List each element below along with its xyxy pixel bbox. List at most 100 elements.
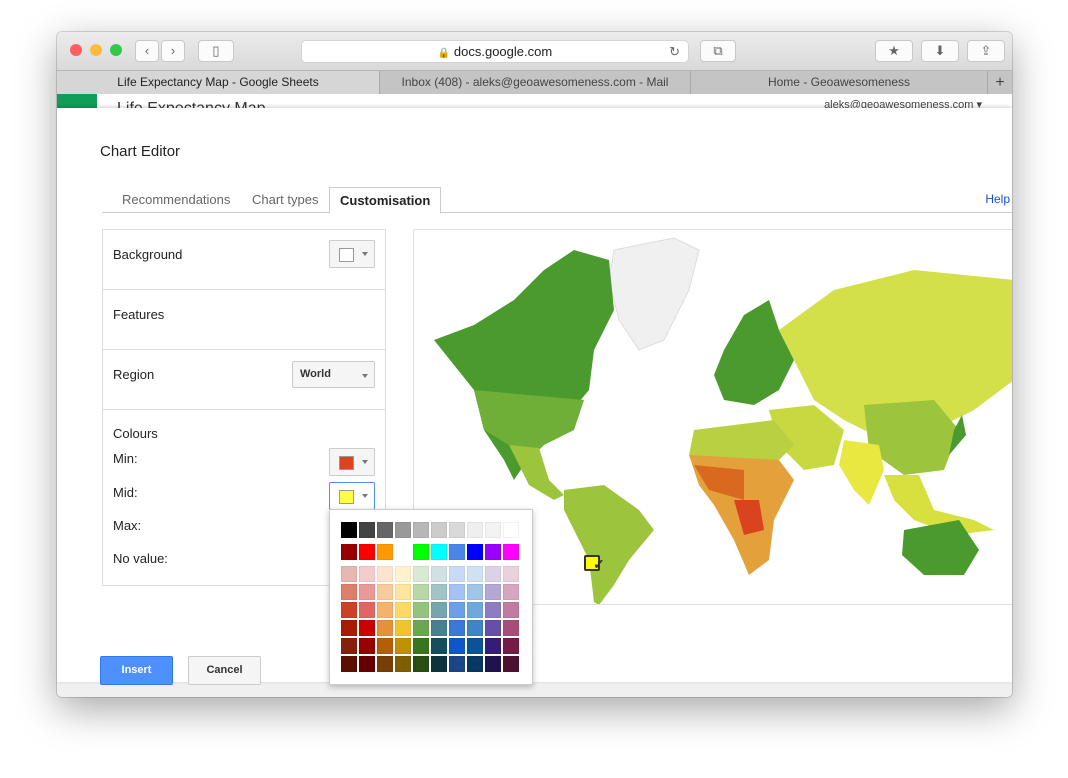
features-section[interactable]: Features [103, 290, 385, 350]
palette-color-f9cb9c[interactable] [377, 584, 393, 600]
palette-color-783f04[interactable] [377, 656, 393, 672]
palette-color-6fa8dc[interactable] [467, 602, 483, 618]
palette-color-6aa84f[interactable] [413, 620, 429, 636]
palette-color-fff2cc[interactable] [395, 566, 411, 582]
palette-color-cccccc[interactable] [431, 522, 447, 538]
palette-color-1155cc[interactable] [449, 638, 465, 654]
palette-color-073763[interactable] [467, 656, 483, 672]
mid-color-picker[interactable] [329, 482, 375, 510]
palette-color-45818e[interactable] [431, 620, 447, 636]
insert-button[interactable]: Insert [100, 656, 173, 685]
palette-color-b6d7a8[interactable] [413, 584, 429, 600]
palette-color-ffffff[interactable] [503, 522, 519, 538]
palette-color-76a5af[interactable] [431, 602, 447, 618]
palette-color-d5a6bd[interactable] [503, 584, 519, 600]
palette-color-741b47[interactable] [503, 638, 519, 654]
palette-color-c27ba0[interactable] [503, 602, 519, 618]
reload-icon[interactable]: ↻ [669, 41, 680, 63]
palette-color-980000[interactable] [341, 544, 357, 560]
palette-color-a61c00[interactable] [341, 620, 357, 636]
palette-color-7f6000[interactable] [395, 656, 411, 672]
palette-color-fce5cd[interactable] [377, 566, 393, 582]
palette-color-8e7cc3[interactable] [485, 602, 501, 618]
close-window-button[interactable] [70, 44, 82, 56]
palette-color-f6b26b[interactable] [377, 602, 393, 618]
palette-color-38761d[interactable] [413, 638, 429, 654]
minimize-window-button[interactable] [90, 44, 102, 56]
back-button[interactable]: ‹ [135, 40, 159, 62]
palette-color-3d85c6[interactable] [467, 620, 483, 636]
tabs-overview-button[interactable]: ⧉ [700, 40, 736, 62]
palette-color-4c1130[interactable] [503, 656, 519, 672]
palette-color-c9daf8[interactable] [449, 566, 465, 582]
palette-color-674ea7[interactable] [485, 620, 501, 636]
palette-color-f3f3f3[interactable] [485, 522, 501, 538]
palette-color-ea9999[interactable] [359, 584, 375, 600]
palette-color-0000ff[interactable] [467, 544, 483, 560]
tab-customisation[interactable]: Customisation [329, 187, 442, 214]
sidebar-button[interactable]: ▯ [198, 40, 234, 62]
palette-color-ff9900[interactable] [377, 544, 393, 560]
palette-color-0b5394[interactable] [467, 638, 483, 654]
palette-color-b7b7b7[interactable] [413, 522, 429, 538]
palette-color-666666[interactable] [377, 522, 393, 538]
palette-color-274e13[interactable] [413, 656, 429, 672]
palette-color-efefef[interactable] [467, 522, 483, 538]
palette-color-b4a7d6[interactable] [485, 584, 501, 600]
palette-color-b45f06[interactable] [377, 638, 393, 654]
region-select[interactable]: World [292, 361, 375, 388]
tab-chart-types[interactable]: Chart types [242, 187, 328, 213]
address-bar[interactable]: 🔒 docs.google.com ↻ [301, 40, 689, 63]
palette-color-e69138[interactable] [377, 620, 393, 636]
palette-color-000000[interactable] [341, 522, 357, 538]
palette-color-cc4125[interactable] [341, 602, 357, 618]
palette-color-ffd966[interactable] [395, 602, 411, 618]
palette-color-351c75[interactable] [485, 638, 501, 654]
palette-color-134f5c[interactable] [431, 638, 447, 654]
palette-color-6d9eeb[interactable] [449, 602, 465, 618]
palette-color-cc0000[interactable] [359, 620, 375, 636]
palette-color-dd7e6b[interactable] [341, 584, 357, 600]
palette-color-9900ff[interactable] [485, 544, 501, 560]
palette-color-999999[interactable] [395, 522, 411, 538]
forward-button[interactable]: › [161, 40, 185, 62]
palette-color-93c47d[interactable] [413, 602, 429, 618]
palette-color-e6b8af[interactable] [341, 566, 357, 582]
palette-color-ff0000[interactable] [359, 544, 375, 560]
downloads-button[interactable]: ⬇ [921, 40, 959, 62]
palette-color-ead1dc[interactable] [503, 566, 519, 582]
palette-color-d0e0e3[interactable] [431, 566, 447, 582]
tab-mail[interactable]: Inbox (408) - aleks@geoawesomeness.com -… [380, 71, 691, 95]
palette-color-d9ead3[interactable] [413, 566, 429, 582]
palette-color-e06666[interactable] [359, 602, 375, 618]
share-button[interactable]: ⇪ [967, 40, 1005, 62]
palette-color-f1c232[interactable] [395, 620, 411, 636]
palette-color-990000[interactable] [359, 638, 375, 654]
palette-color-00ff00[interactable] [413, 544, 429, 560]
palette-color-f4cccc[interactable] [359, 566, 375, 582]
cancel-button[interactable]: Cancel [188, 656, 261, 685]
palette-color-434343[interactable] [359, 522, 375, 538]
palette-color-660000[interactable] [359, 656, 375, 672]
palette-color-ff00ff[interactable] [503, 544, 519, 560]
new-tab-button[interactable]: + [988, 71, 1012, 95]
account-menu[interactable]: aleks@geoawesomeness.com ▾ [824, 98, 982, 108]
palette-color-cfe2f3[interactable] [467, 566, 483, 582]
background-color-picker[interactable] [329, 240, 375, 268]
palette-color-1c4587[interactable] [449, 656, 465, 672]
palette-color-a4c2f4[interactable] [449, 584, 465, 600]
palette-color-0c343d[interactable] [431, 656, 447, 672]
palette-color-ffff00[interactable]: ✓ [584, 555, 605, 571]
palette-color-d9d2e9[interactable] [485, 566, 501, 582]
palette-color-d9d9d9[interactable] [449, 522, 465, 538]
tab-geoawesomeness[interactable]: Home - Geoawesomeness [691, 71, 988, 95]
reader-button[interactable]: ★ [875, 40, 913, 62]
zoom-window-button[interactable] [110, 44, 122, 56]
palette-color-bf9000[interactable] [395, 638, 411, 654]
palette-color-00ffff[interactable] [431, 544, 447, 560]
palette-color-4a86e8[interactable] [449, 544, 465, 560]
help-link[interactable]: Help [985, 192, 1010, 206]
palette-color-85200c[interactable] [341, 638, 357, 654]
tab-google-sheets[interactable]: Life Expectancy Map - Google Sheets [57, 71, 380, 95]
palette-color-5b0f00[interactable] [341, 656, 357, 672]
